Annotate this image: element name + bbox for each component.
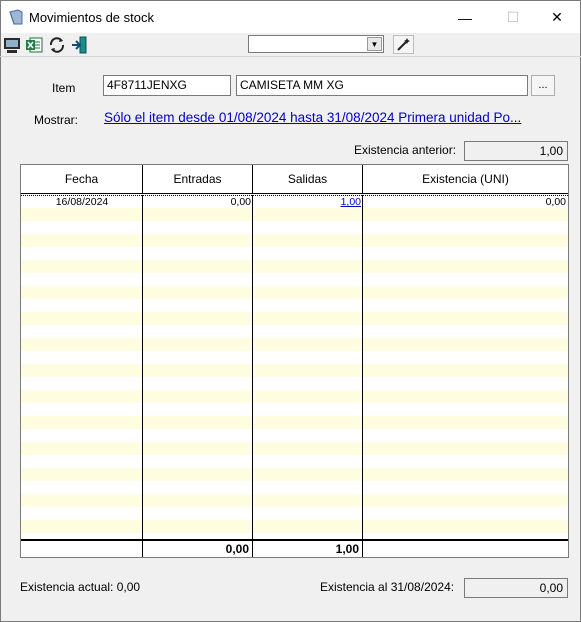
empty-row[interactable] bbox=[21, 520, 568, 533]
title-bar: Movimientos de stock — ☐ ✕ bbox=[0, 0, 581, 33]
column-divider bbox=[252, 195, 253, 540]
existencia-actual-text: Existencia actual: 0,00 bbox=[20, 580, 141, 594]
empty-row[interactable] bbox=[21, 260, 568, 273]
existencia-al-label: Existencia al 31/08/2024: bbox=[320, 580, 455, 594]
column-header-fecha[interactable]: Fecha bbox=[21, 165, 143, 194]
minimize-button[interactable]: — bbox=[442, 1, 488, 34]
empty-row[interactable] bbox=[21, 429, 568, 442]
movements-grid[interactable]: Fecha Entradas Salidas Existencia (UNI) … bbox=[20, 164, 569, 558]
total-existencia-cell bbox=[363, 541, 568, 557]
item-browse-button[interactable]: ... bbox=[531, 75, 555, 96]
empty-row[interactable] bbox=[21, 442, 568, 455]
empty-row[interactable] bbox=[21, 312, 568, 325]
empty-row[interactable] bbox=[21, 468, 568, 481]
empty-row[interactable] bbox=[21, 325, 568, 338]
existencia-anterior-value: 1,00 bbox=[464, 141, 568, 161]
grid-body: 16/08/2024 0,00 1,00 0,00 bbox=[21, 195, 568, 540]
total-entradas: 0,00 bbox=[143, 541, 253, 557]
empty-row[interactable] bbox=[21, 286, 568, 299]
total-salidas: 1,00 bbox=[253, 541, 363, 557]
column-header-entradas[interactable]: Entradas bbox=[143, 165, 253, 194]
item-description-field[interactable]: CAMISETA MM XG bbox=[236, 75, 528, 96]
empty-row[interactable] bbox=[21, 494, 568, 507]
empty-row[interactable] bbox=[21, 221, 568, 234]
refresh-icon[interactable] bbox=[48, 36, 66, 54]
maximize-button[interactable]: ☐ bbox=[490, 1, 536, 34]
table-row[interactable]: 16/08/2024 0,00 1,00 0,00 bbox=[21, 195, 568, 209]
existencia-anterior-label: Existencia anterior: bbox=[354, 143, 457, 157]
empty-row[interactable] bbox=[21, 247, 568, 260]
existencia-al-value: 0,00 bbox=[464, 578, 568, 598]
empty-row[interactable] bbox=[21, 299, 568, 312]
magic-wand-button[interactable] bbox=[393, 35, 414, 54]
empty-row[interactable] bbox=[21, 390, 568, 403]
item-code-field[interactable]: 4F8711JENXG bbox=[103, 75, 231, 96]
empty-row[interactable] bbox=[21, 403, 568, 416]
empty-row[interactable] bbox=[21, 416, 568, 429]
filter-combobox[interactable]: ▼ bbox=[248, 35, 384, 53]
column-header-existencia[interactable]: Existencia (UNI) bbox=[363, 165, 568, 194]
empty-row[interactable] bbox=[21, 208, 568, 221]
grid-header: Fecha Entradas Salidas Existencia (UNI) bbox=[21, 165, 568, 194]
empty-row[interactable] bbox=[21, 455, 568, 468]
window-title: Movimientos de stock bbox=[29, 10, 154, 25]
filter-link[interactable]: Sólo el item desde 01/08/2024 hasta 31/0… bbox=[104, 110, 521, 125]
toolbar-separator bbox=[0, 56, 581, 57]
column-header-salidas[interactable]: Salidas bbox=[253, 165, 363, 194]
column-divider bbox=[362, 195, 363, 540]
empty-row[interactable] bbox=[21, 351, 568, 364]
column-divider bbox=[142, 195, 143, 540]
excel-icon[interactable] bbox=[25, 36, 43, 54]
empty-row[interactable] bbox=[21, 364, 568, 377]
empty-row[interactable] bbox=[21, 234, 568, 247]
monitor-icon[interactable] bbox=[3, 36, 21, 54]
empty-row[interactable] bbox=[21, 273, 568, 286]
app-icon bbox=[9, 9, 23, 25]
empty-row[interactable] bbox=[21, 481, 568, 494]
item-label: Item bbox=[52, 81, 76, 95]
close-button[interactable]: ✕ bbox=[534, 1, 580, 34]
magic-wand-icon bbox=[397, 38, 410, 51]
exit-icon[interactable] bbox=[71, 36, 89, 54]
total-fecha-cell bbox=[21, 541, 143, 557]
empty-row[interactable] bbox=[21, 507, 568, 520]
grid-totals-row: 0,00 1,00 bbox=[21, 539, 568, 557]
empty-row[interactable] bbox=[21, 377, 568, 390]
mostrar-label: Mostrar: bbox=[34, 113, 79, 127]
chevron-down-icon[interactable]: ▼ bbox=[367, 37, 382, 51]
empty-row[interactable] bbox=[21, 338, 568, 351]
